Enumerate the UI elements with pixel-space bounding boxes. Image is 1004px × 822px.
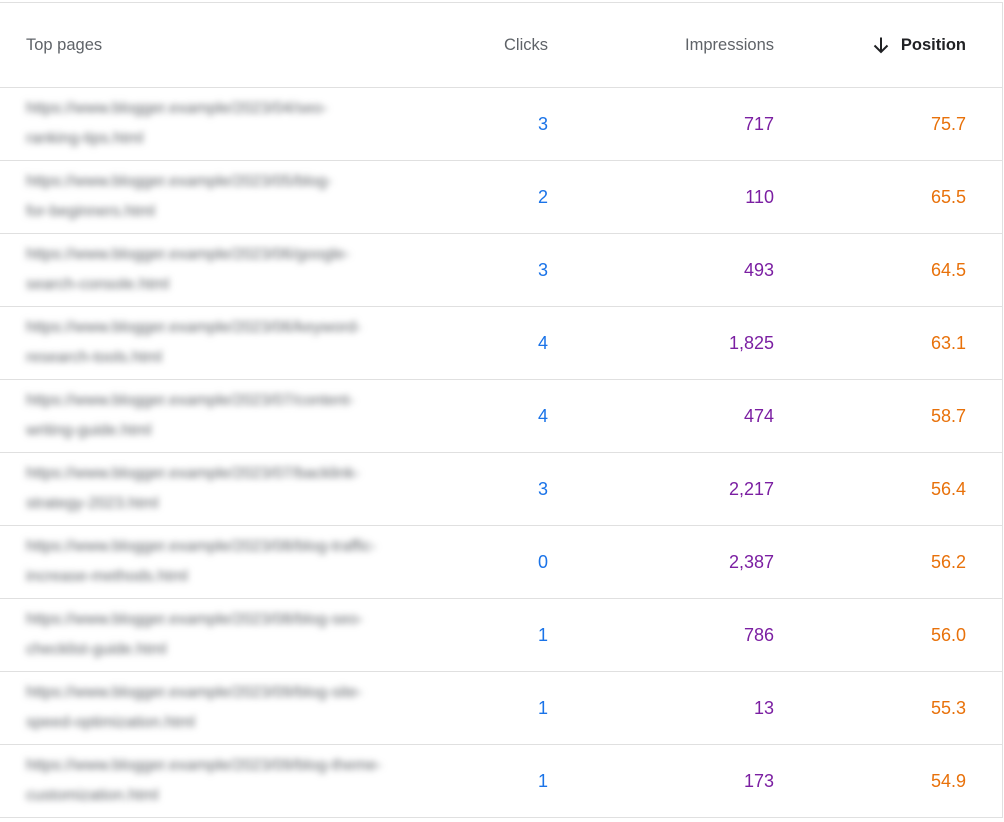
- blurred-page-url: https://www.blogger.example/2023/06/keyw…: [26, 318, 361, 368]
- table-row[interactable]: https://www.blogger.example/2023/06/goog…: [0, 234, 1002, 307]
- blurred-page-url: https://www.blogger.example/2023/05/blog…: [26, 172, 332, 222]
- impressions-value: 493: [743, 259, 774, 280]
- table-row[interactable]: https://www.blogger.example/2023/07/back…: [0, 453, 1002, 526]
- position-value: 63.1: [930, 332, 966, 353]
- impressions-value: 786: [743, 624, 774, 645]
- blurred-page-url: https://www.blogger.example/2023/07/back…: [26, 464, 360, 514]
- page-url-line: https://www.blogger.example/2023/04/seo-: [26, 100, 328, 117]
- page-url-cell[interactable]: https://www.blogger.example/2023/09/blog…: [26, 672, 386, 744]
- page-url-line: https://www.blogger.example/2023/08/blog…: [26, 611, 364, 628]
- table-row[interactable]: https://www.blogger.example/2023/06/keyw…: [0, 307, 1002, 380]
- blurred-page-url: https://www.blogger.example/2023/09/blog…: [26, 756, 382, 806]
- clicks-value: 4: [537, 405, 548, 426]
- page-url-cell[interactable]: https://www.blogger.example/2023/07/cont…: [26, 380, 386, 452]
- impressions-value: 2,217: [728, 478, 774, 499]
- impressions-value: 13: [753, 697, 774, 718]
- blurred-page-url: https://www.blogger.example/2023/08/blog…: [26, 610, 363, 660]
- page-url-line: ranking-tips.html: [26, 130, 144, 147]
- arrow-down-icon: [871, 35, 891, 55]
- top-pages-table: Top pages Clicks Impressions Position ht…: [0, 2, 1003, 818]
- position-value: 56.4: [930, 478, 966, 499]
- table-row[interactable]: https://www.blogger.example/2023/08/blog…: [0, 599, 1002, 672]
- page-url-line: https://www.blogger.example/2023/06/keyw…: [26, 319, 362, 336]
- blurred-page-url: https://www.blogger.example/2023/09/blog…: [26, 683, 362, 733]
- position-value: 75.7: [930, 113, 966, 134]
- blurred-page-url: https://www.blogger.example/2023/07/cont…: [26, 391, 354, 441]
- table-body: https://www.blogger.example/2023/04/seo-…: [0, 88, 1002, 818]
- page-url-line: speed-optimization.html: [26, 714, 195, 731]
- page-url-cell[interactable]: https://www.blogger.example/2023/07/back…: [26, 453, 386, 525]
- page-url-line: https://www.blogger.example/2023/07/cont…: [26, 392, 355, 409]
- table-row[interactable]: https://www.blogger.example/2023/04/seo-…: [0, 88, 1002, 161]
- page-url-cell[interactable]: https://www.blogger.example/2023/08/blog…: [26, 526, 386, 598]
- table-header-row: Top pages Clicks Impressions Position: [0, 3, 1002, 88]
- page-url-line: research-tools.html: [26, 349, 163, 366]
- blurred-page-url: https://www.blogger.example/2023/08/blog…: [26, 537, 376, 587]
- clicks-value: 3: [537, 478, 548, 499]
- position-value: 64.5: [930, 259, 966, 280]
- column-header-clicks[interactable]: Clicks: [420, 3, 548, 87]
- impressions-value: 717: [743, 113, 774, 134]
- clicks-value: 1: [537, 624, 548, 645]
- page-url-cell[interactable]: https://www.blogger.example/2023/09/blog…: [26, 745, 386, 817]
- column-header-position[interactable]: Position: [790, 3, 966, 87]
- position-header-label: Position: [900, 35, 966, 54]
- impressions-value: 173: [743, 770, 774, 791]
- page-url-line: writing-guide.html: [26, 422, 152, 439]
- column-header-top-pages[interactable]: Top pages: [26, 3, 386, 87]
- clicks-value: 4: [537, 332, 548, 353]
- clicks-value: 0: [537, 551, 548, 572]
- clicks-value: 2: [537, 186, 548, 207]
- position-value: 54.9: [930, 770, 966, 791]
- page-url-line: checklist-guide.html: [26, 641, 167, 658]
- page-url-line: https://www.blogger.example/2023/07/back…: [26, 465, 360, 482]
- blurred-page-url: https://www.blogger.example/2023/04/seo-…: [26, 99, 328, 149]
- impressions-value: 1,825: [728, 332, 774, 353]
- position-value: 58.7: [930, 405, 966, 426]
- table-row[interactable]: https://www.blogger.example/2023/09/blog…: [0, 672, 1002, 745]
- page-url-cell[interactable]: https://www.blogger.example/2023/06/goog…: [26, 234, 386, 306]
- clicks-value: 1: [537, 770, 548, 791]
- position-value: 65.5: [930, 186, 966, 207]
- column-header-impressions[interactable]: Impressions: [574, 3, 774, 87]
- impressions-value: 474: [743, 405, 774, 426]
- position-value: 56.2: [930, 551, 966, 572]
- page-url-line: for-beginners.html: [26, 203, 155, 220]
- clicks-value: 3: [537, 113, 548, 134]
- clicks-value: 3: [537, 259, 548, 280]
- table-row[interactable]: https://www.blogger.example/2023/05/blog…: [0, 161, 1002, 234]
- page-url-line: strategy-2023.html: [26, 495, 159, 512]
- impressions-value: 2,387: [728, 551, 774, 572]
- table-row[interactable]: https://www.blogger.example/2023/08/blog…: [0, 526, 1002, 599]
- page-url-line: https://www.blogger.example/2023/09/blog…: [26, 684, 363, 701]
- blurred-page-url: https://www.blogger.example/2023/06/goog…: [26, 245, 350, 295]
- page-url-line: https://www.blogger.example/2023/06/goog…: [26, 246, 350, 263]
- page-url-line: https://www.blogger.example/2023/08/blog…: [26, 538, 377, 555]
- table-row[interactable]: https://www.blogger.example/2023/07/cont…: [0, 380, 1002, 453]
- page-url-line: https://www.blogger.example/2023/05/blog…: [26, 173, 332, 190]
- position-value: 55.3: [930, 697, 966, 718]
- page-url-line: increase-methods.html: [26, 568, 188, 585]
- page-url-cell[interactable]: https://www.blogger.example/2023/08/blog…: [26, 599, 386, 671]
- page-url-cell[interactable]: https://www.blogger.example/2023/04/seo-…: [26, 88, 386, 160]
- page-url-line: customization.html: [26, 787, 159, 804]
- impressions-value: 110: [745, 186, 774, 207]
- page-url-line: https://www.blogger.example/2023/09/blog…: [26, 757, 382, 774]
- page-url-cell[interactable]: https://www.blogger.example/2023/06/keyw…: [26, 307, 386, 379]
- table-row[interactable]: https://www.blogger.example/2023/09/blog…: [0, 745, 1002, 818]
- position-value: 56.0: [930, 624, 966, 645]
- page-url-cell[interactable]: https://www.blogger.example/2023/05/blog…: [26, 161, 386, 233]
- page-url-line: search-console.html: [26, 276, 170, 293]
- clicks-value: 1: [537, 697, 548, 718]
